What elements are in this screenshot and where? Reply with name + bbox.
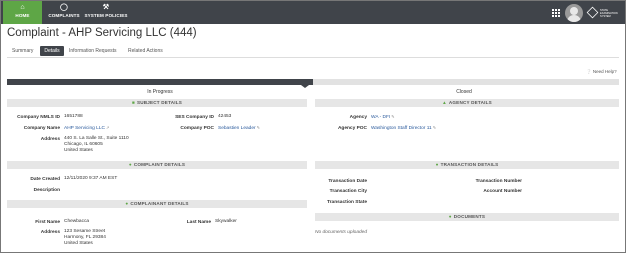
agency-details-header: ▲ AGENCY DETAILS — [315, 99, 619, 107]
complainant-details-header: ● COMPLAINANT DETAILS — [7, 200, 307, 208]
subject-details-title: SUBJECT DETAILS — [136, 100, 182, 105]
nmls-id-value: 1651788 — [64, 114, 83, 119]
agency-poc-field: Washington Staff Director 11✎ — [371, 125, 436, 132]
company-poc-link[interactable]: Sebastien Leader — [218, 126, 256, 131]
person-icon: ● — [125, 201, 129, 206]
edit-pencil-icon[interactable]: ✎ — [433, 125, 436, 130]
agency-label: Agency — [349, 115, 367, 120]
company-name-link[interactable]: AHP Servicing LLC — [64, 126, 105, 131]
first-name-value: Chewbacca — [64, 219, 90, 224]
building-icon: ■ — [131, 100, 135, 105]
nav-system-policies[interactable]: ⚒ SYSTEM POLICIES — [84, 1, 128, 24]
edit-pencil-icon[interactable]: ✎ — [391, 114, 394, 119]
tab-divider — [7, 57, 619, 58]
external-link-icon[interactable]: ↗ — [106, 125, 109, 130]
agency-details-title: AGENCY DETAILS — [448, 100, 492, 105]
stage-closed: Closed — [456, 89, 472, 95]
company-poc-field: Sebastien Leader✎ — [218, 125, 260, 132]
last-name-label: Last Name — [186, 220, 211, 225]
documents-header: ● DOCUMENTS — [315, 213, 619, 221]
transaction-details-header: ● TRANSACTION DETAILS — [315, 161, 619, 169]
documents-title: DOCUMENTS — [453, 214, 486, 219]
agency-poc-label: Agency POC — [337, 126, 367, 131]
company-poc-label: Company POC — [180, 126, 214, 131]
subject-address-line3: United States — [64, 148, 93, 153]
complaint-details-title: COMPLAINT DETAILS — [133, 162, 186, 167]
agency-field: WA - DFI✎ — [371, 114, 395, 121]
complainant-address-label: Address — [40, 230, 60, 235]
account-number-label: Account Number — [483, 189, 522, 194]
need-help-label: Need Help? — [592, 69, 617, 74]
logo-mark-icon — [586, 6, 599, 19]
avatar[interactable] — [565, 4, 583, 22]
edit-pencil-icon[interactable]: ✎ — [257, 125, 260, 130]
agency-poc-link[interactable]: Washington Staff Director 11 — [371, 126, 432, 131]
transaction-city-label: Transaction City — [329, 189, 367, 194]
company-name-label: Company Name — [23, 126, 60, 131]
transaction-date-label: Transaction Date — [328, 179, 367, 184]
nmls-id-label: Company NMLS ID — [17, 115, 60, 120]
ses-id-value: 42453 — [218, 114, 232, 119]
nav-home-label: HOME — [15, 13, 30, 18]
complainant-details-title: COMPLAINANT DETAILS — [130, 201, 189, 206]
need-help-link[interactable]: ❔ Need Help? — [586, 69, 617, 75]
agency-link[interactable]: WA - DFI — [371, 115, 390, 120]
info-circle-icon: ● — [128, 162, 132, 167]
nav-home[interactable]: ⌂ HOME — [3, 1, 42, 24]
tools-icon: ⚒ — [102, 4, 110, 11]
date-created-label: Date Created — [30, 177, 60, 182]
stage-in-progress: In Progress — [147, 89, 173, 95]
dollar-icon: ● — [435, 162, 439, 167]
document-icon: ● — [448, 214, 452, 219]
progress-fill — [7, 79, 313, 85]
ses-id-label: SES Company ID — [175, 115, 214, 120]
home-icon: ⌂ — [20, 4, 25, 11]
progress-pointer — [301, 85, 309, 88]
nav-policies-label: SYSTEM POLICIES — [84, 13, 128, 18]
tab-information-requests[interactable]: Information Requests — [69, 46, 117, 56]
tab-related-actions[interactable]: Related Actions — [128, 46, 163, 56]
tab-summary[interactable]: Summary — [12, 46, 33, 56]
subject-address-label: Address — [40, 137, 60, 142]
tab-details[interactable]: Details — [40, 46, 64, 56]
logo-text: STATE EXAMINATION SYSTEM — [600, 9, 618, 18]
transaction-details-title: TRANSACTION DETAILS — [440, 162, 499, 167]
top-nav-bar: ⌂ HOME ◯ COMPLAINTS ⚒ SYSTEM POLICIES ST… — [1, 1, 625, 24]
last-name-value: Skywalker — [215, 219, 237, 224]
logo: STATE EXAMINATION SYSTEM — [586, 6, 623, 20]
description-label: Description — [33, 188, 60, 193]
nav-complaints-label: COMPLAINTS — [48, 13, 80, 18]
complaint-details-header: ● COMPLAINT DETAILS — [7, 161, 307, 169]
nav-complaints[interactable]: ◯ COMPLAINTS — [46, 1, 82, 24]
company-name-field: AHP Servicing LLC↗ — [64, 125, 109, 132]
first-name-label: First Name — [35, 220, 60, 225]
subject-details-header: ■ SUBJECT DETAILS — [7, 99, 307, 107]
page-title: Complaint - AHP Servicing LLC (444) — [7, 27, 197, 39]
help-icon: ❔ — [586, 69, 592, 74]
transaction-state-label: Transaction State — [327, 200, 367, 205]
transaction-number-label: Transaction Number — [475, 179, 522, 184]
date-created-value: 12/11/2020 9:37 AM EST — [64, 176, 118, 181]
institution-icon: ▲ — [442, 100, 447, 105]
documents-empty-message: No documents uploaded — [315, 230, 368, 235]
apps-grid-icon[interactable] — [552, 9, 560, 17]
chat-bubble-icon: ◯ — [60, 4, 68, 11]
progress-bar — [7, 79, 619, 85]
complainant-address-line3: United States — [64, 241, 93, 246]
